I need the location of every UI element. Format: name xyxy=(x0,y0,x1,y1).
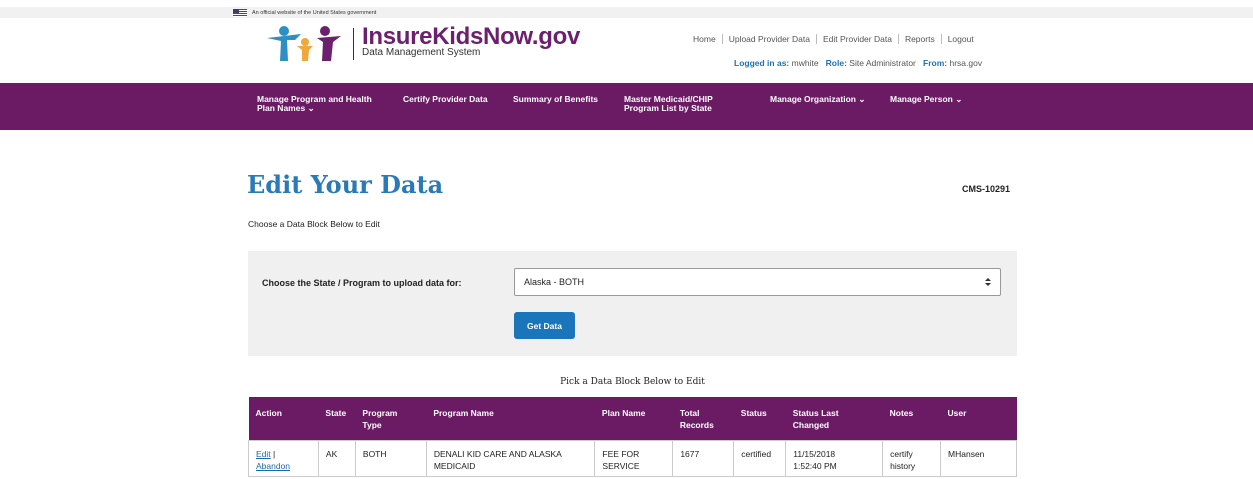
chevron-down-icon: ⌄ xyxy=(307,103,315,113)
plan-name-line-2: SERVICE xyxy=(602,460,640,471)
cell-program-name: DENALI KID CARE AND ALASKA MEDICAID xyxy=(425,439,596,477)
role-value: Site Administrator xyxy=(849,58,916,68)
cell-total-records: 1677 xyxy=(672,439,735,477)
table-caption: Pick a Data Block Below to Edit xyxy=(560,377,705,387)
cell-action: Edit | Abandon xyxy=(248,439,319,477)
form-code: CMS-10291 xyxy=(962,184,1011,194)
nav-manage-org-label: Manage Organization xyxy=(770,94,856,104)
state-program-select[interactable]: Alaska - BOTH xyxy=(514,268,1001,296)
state-program-selected-value: Alaska - BOTH xyxy=(524,277,585,287)
role-label: Role: xyxy=(825,58,847,68)
edit-link[interactable]: Edit xyxy=(256,449,271,459)
nav-manage-program-dropdown[interactable]: Manage Program and Health Plan Names ⌄ xyxy=(257,95,372,113)
nav-manage-person-label: Manage Person xyxy=(890,94,953,104)
nav-manage-program-label-2: Plan Names xyxy=(257,103,306,113)
changed-time: 1:52:40 PM xyxy=(793,460,837,471)
nav-reports-link[interactable]: Reports xyxy=(905,34,935,44)
state-program-panel: Choose the State / Program to upload dat… xyxy=(248,251,1017,356)
insurekidsnow-logo-icon[interactable] xyxy=(265,24,345,62)
notes-line-2: history xyxy=(890,460,916,471)
header-user: User xyxy=(940,397,1017,440)
table-header-row: Action State Program Type Program Name Pl… xyxy=(248,397,1017,440)
nav-home-link[interactable]: Home xyxy=(693,34,716,44)
nav-master-label-2: Program List by State xyxy=(624,103,712,113)
cell-status: certified xyxy=(733,439,787,477)
separator xyxy=(897,34,899,44)
plan-name-line-1: FEE FOR xyxy=(602,448,640,459)
abandon-link[interactable]: Abandon xyxy=(256,461,290,471)
header-plan-name: Plan Name xyxy=(594,397,673,440)
cell-program-type: BOTH xyxy=(354,439,427,477)
header-status-last-changed: Status Last Changed xyxy=(785,397,883,440)
separator xyxy=(940,34,942,44)
logged-in-label: Logged in as: xyxy=(734,58,790,68)
cell-state: AK xyxy=(317,439,356,477)
program-name-line-2: MEDICAID xyxy=(433,460,476,471)
cell-notes: certify history xyxy=(882,439,942,477)
header-program-type: Program Type xyxy=(355,397,427,440)
header-changed-1: Status Last xyxy=(792,408,839,418)
header-program-type-1: Program xyxy=(362,408,398,418)
main-nav: Manage Program and Health Plan Names ⌄ C… xyxy=(0,83,1253,130)
gov-banner: An official website of the United States… xyxy=(0,7,1253,18)
notes-line-1: certify xyxy=(890,448,913,459)
program-name-line-1: DENALI KID CARE AND ALASKA xyxy=(433,448,562,459)
us-flag-icon xyxy=(233,8,247,17)
chevron-down-icon: ⌄ xyxy=(858,94,866,104)
nav-summary-of-benefits[interactable]: Summary of Benefits xyxy=(513,95,598,104)
page-title: Edit Your Data xyxy=(247,170,444,199)
nav-edit-provider-data-link[interactable]: Edit Provider Data xyxy=(823,34,892,44)
header-status: Status xyxy=(733,397,786,440)
intro-text: Choose a Data Block Below to Edit xyxy=(248,219,380,229)
header-changed-2: Changed xyxy=(792,420,830,430)
utility-nav: Home Upload Provider Data Edit Provider … xyxy=(693,34,974,44)
cell-status-last-changed: 11/15/2018 1:52:40 PM xyxy=(785,439,884,477)
login-info: Logged in as: mwhite Role: Site Administ… xyxy=(734,58,982,68)
nav-certify-provider-data[interactable]: Certify Provider Data xyxy=(403,95,488,104)
from-value: hrsa.gov xyxy=(949,58,983,68)
nav-logout-link[interactable]: Logout xyxy=(948,34,974,44)
cell-plan-name: FEE FOR SERVICE xyxy=(594,439,674,477)
gov-banner-text: An official website of the United States… xyxy=(252,9,377,16)
data-block-table: Action State Program Type Program Name Pl… xyxy=(248,397,1017,477)
changed-date: 11/15/2018 xyxy=(793,448,836,459)
header-notes: Notes xyxy=(882,397,941,440)
nav-upload-provider-data-link[interactable]: Upload Provider Data xyxy=(729,34,810,44)
nav-manage-organization-dropdown[interactable]: Manage Organization ⌄ xyxy=(770,95,865,104)
header-program-type-2: Type xyxy=(362,420,382,430)
header-total-2: Records xyxy=(679,420,714,430)
nav-manage-person-dropdown[interactable]: Manage Person ⌄ xyxy=(890,95,962,104)
separator xyxy=(815,34,817,44)
state-program-label: Choose the State / Program to upload dat… xyxy=(262,278,462,288)
logo-divider xyxy=(353,28,354,60)
cell-user: MHansen xyxy=(940,439,1017,477)
separator xyxy=(721,34,723,44)
logged-in-user: mwhite xyxy=(791,58,819,68)
nav-master-medicaid-chip[interactable]: Master Medicaid/CHIP Program List by Sta… xyxy=(624,95,713,113)
brand[interactable]: InsureKidsNow.gov Data Management System xyxy=(362,24,580,58)
header-total-records: Total Records xyxy=(672,397,734,440)
header-total-1: Total xyxy=(679,408,700,418)
table-row: Edit | Abandon AK BOTH DENALI KID CARE AN… xyxy=(248,439,1017,477)
from-label: From: xyxy=(923,58,948,68)
header-action: Action xyxy=(248,397,319,440)
chevron-down-icon: ⌄ xyxy=(955,94,963,104)
header-state: State xyxy=(318,397,356,440)
sort-arrows-icon xyxy=(985,278,991,286)
header-program-name: Program Name xyxy=(426,397,595,440)
get-data-button[interactable]: Get Data xyxy=(514,312,575,339)
